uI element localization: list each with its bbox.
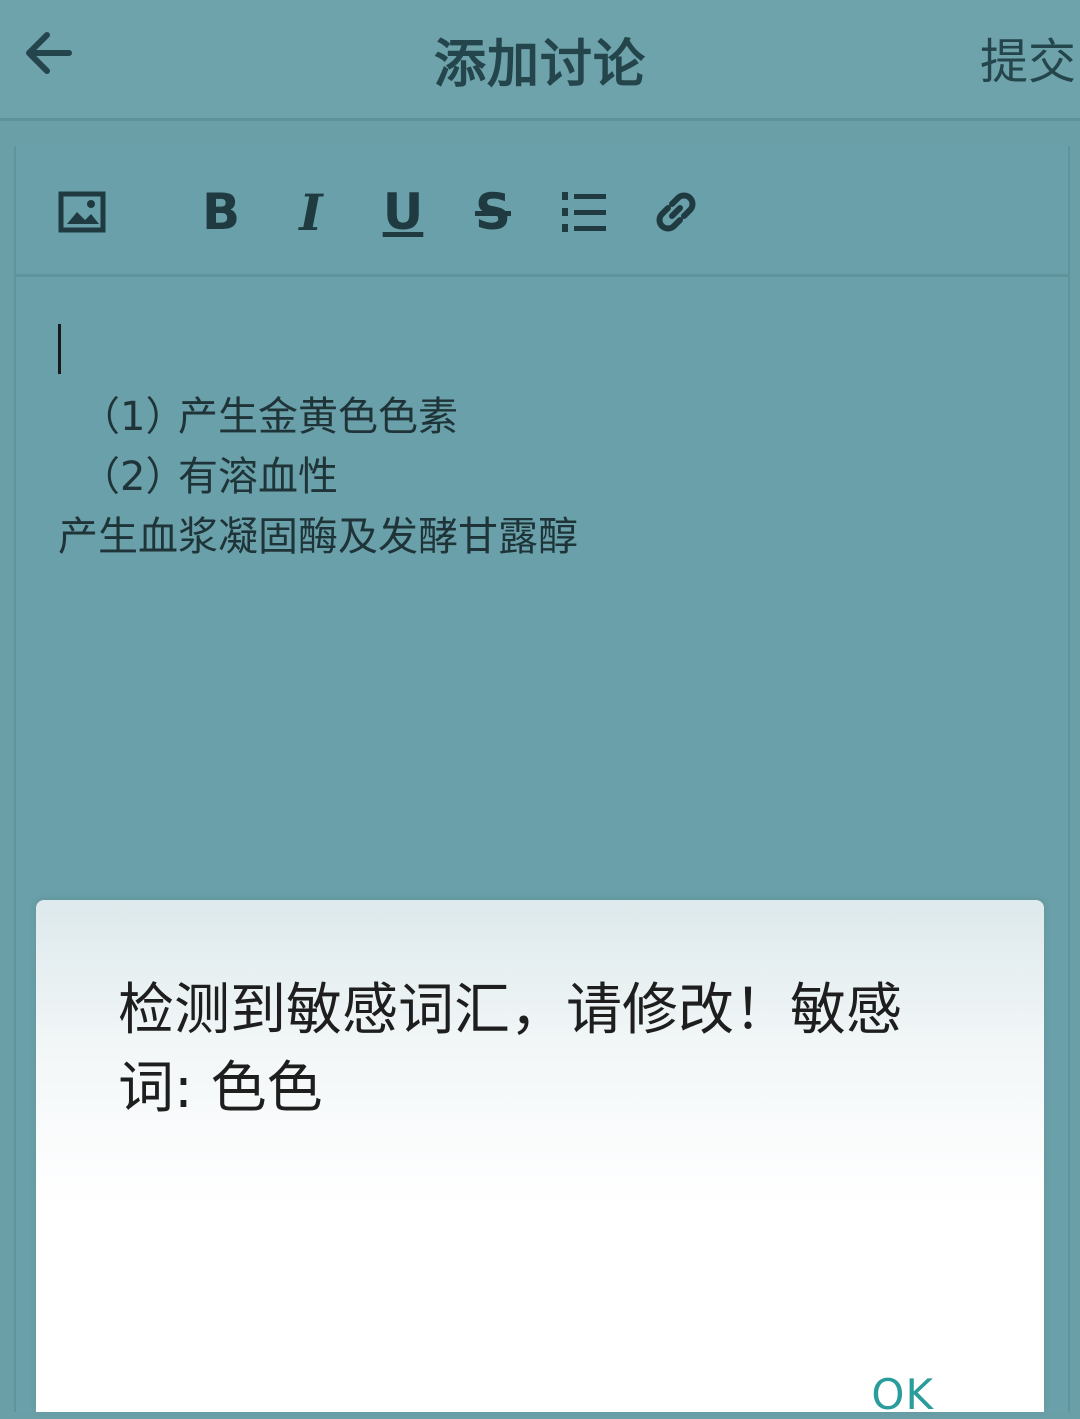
- list-item-text: 有溶血性: [178, 454, 338, 500]
- list-item-number: （2）: [80, 454, 186, 500]
- bold-button[interactable]: B: [198, 182, 244, 242]
- list-item-text: 产生金黄色色素: [178, 394, 458, 440]
- numbered-list-button[interactable]: [556, 182, 612, 242]
- italic-button[interactable]: I: [288, 182, 334, 242]
- list-item: （1）产生金黄色色素: [80, 384, 458, 442]
- strikethrough-button[interactable]: S: [470, 182, 516, 242]
- image-icon: [58, 191, 106, 233]
- top-app-bar: 添加讨论 提交: [0, 0, 1080, 121]
- numbered-list-icon: [562, 192, 606, 232]
- formatting-toolbar: B I U S: [16, 146, 1068, 277]
- page-title: 添加讨论: [433, 35, 646, 95]
- paragraph-line: 产生血浆凝固酶及发酵甘露醇: [58, 504, 578, 562]
- list-item: （2）有溶血性: [80, 444, 338, 502]
- insert-image-button[interactable]: [56, 182, 108, 242]
- insert-link-button[interactable]: [648, 182, 704, 242]
- submit-button[interactable]: 提交: [980, 22, 1076, 92]
- list-item-number: （1）: [80, 394, 186, 440]
- underline-button[interactable]: U: [380, 182, 426, 242]
- text-cursor: [58, 324, 61, 374]
- sensitive-word-alert-dialog: 检测到敏感词汇，请修改！敏感词: 色色 OK: [36, 900, 1044, 1419]
- paragraph-text: 产生血浆凝固酶及发酵甘露醇: [58, 514, 578, 560]
- rich-text-editor[interactable]: （1）产生金黄色色素 （2）有溶血性 产生血浆凝固酶及发酵甘露醇: [16, 306, 1068, 866]
- dialog-message: 检测到敏感词汇，请修改！敏感词: 色色: [118, 978, 902, 1121]
- link-icon: [656, 192, 696, 232]
